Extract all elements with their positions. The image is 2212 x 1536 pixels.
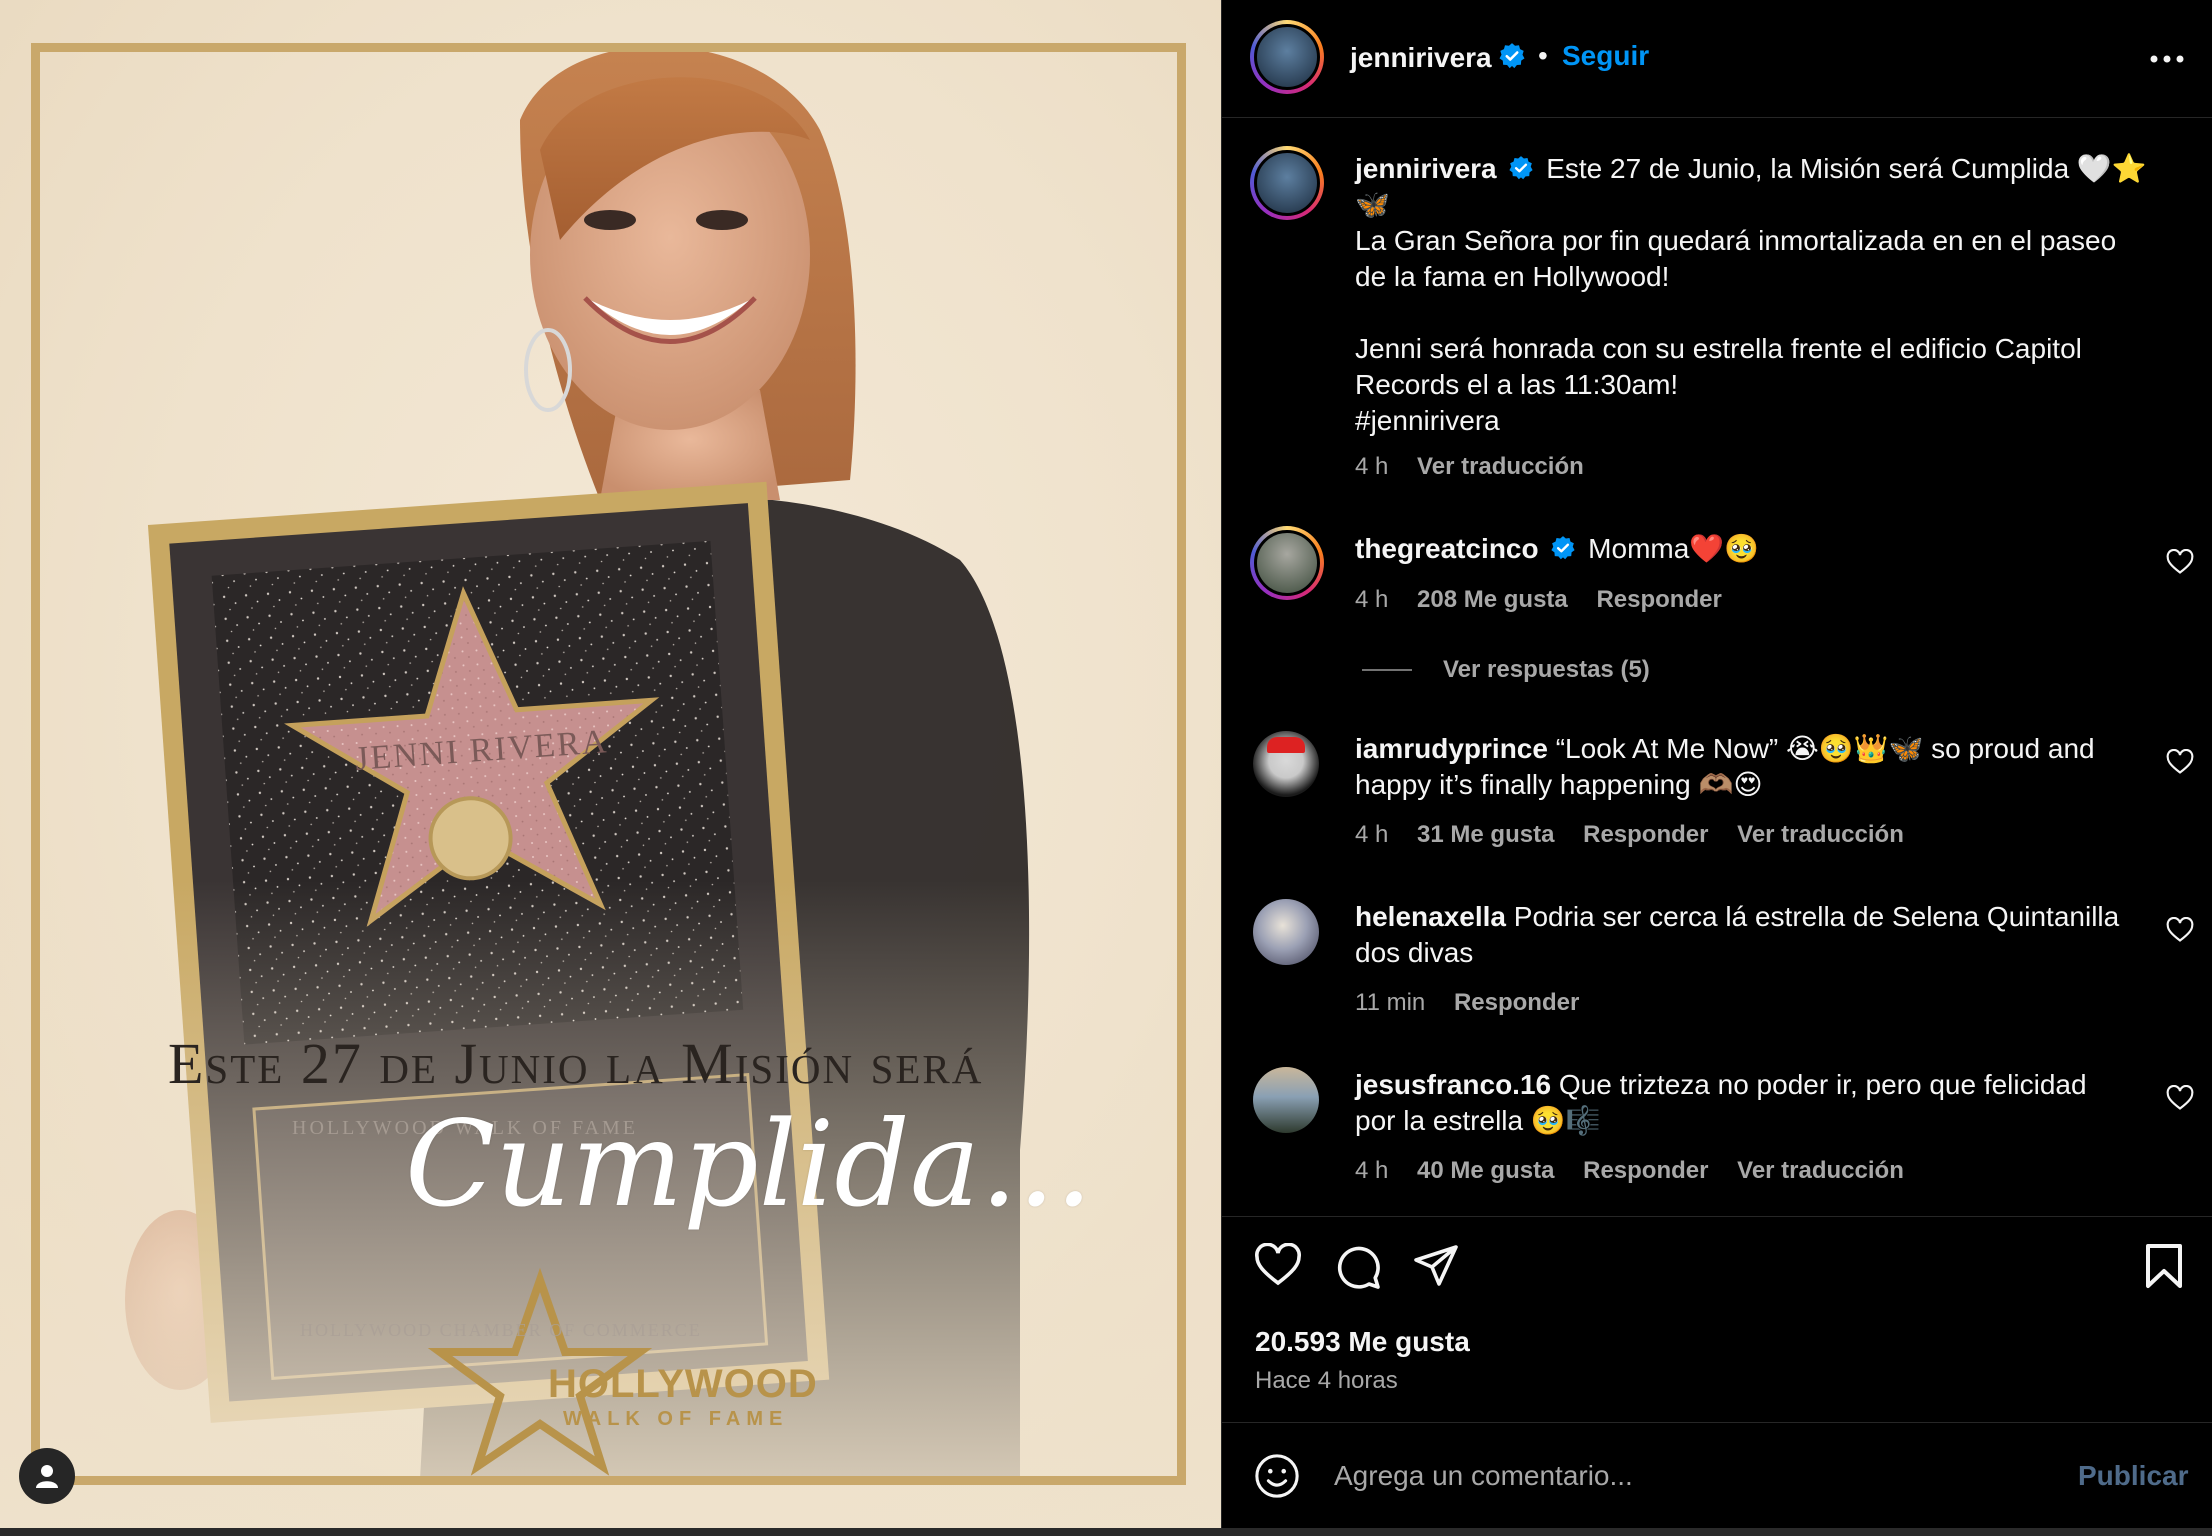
comment-text: helenaxella Podria ser cerca lá estrella… [1355,899,2175,971]
caption-line-1b: 🦋 [1355,189,1390,220]
user-icon [36,1465,58,1488]
author-username[interactable]: jennirivera [1350,42,1492,74]
comment-text: jesusfranco.16 Que trizteza no poder ir,… [1355,1067,2175,1139]
comment-body: “Look At Me Now” 😭🥹👑🦋 so proud and [1555,733,2095,764]
comment-time: 11 min [1355,989,1426,1016]
reply-button[interactable]: Responder [1583,821,1708,848]
comment-body-line2: happy it’s finally happening 🫶🏽😍 [1355,769,1763,800]
comment-body: Que trizteza no poder ir, pero que felic… [1558,1069,2087,1100]
header-separator: • [1538,40,1548,71]
comment-avatar[interactable] [1250,526,1324,600]
more-options-icon[interactable] [2142,44,2192,74]
bookmark-save-icon[interactable] [2144,1243,2184,1289]
post-header: jennirivera • Seguir [1222,0,2212,118]
caption-line-4: Jenni será honrada con su estrella frent… [1355,333,2082,364]
caption-line-5: Records el a las 11:30am! [1355,369,1679,400]
heart-icon[interactable] [2166,549,2194,575]
view-replies-label[interactable]: Ver respuestas (5) [1443,656,1650,683]
comment-username[interactable]: iamrudyprince [1355,733,1548,764]
comment-body: Podria ser cerca lá estrella de Selena Q… [1513,901,2120,932]
caption-meta: 4 h Ver traducción [1355,453,1606,481]
comment-bubble-icon[interactable] [1334,1243,1382,1291]
comment-username[interactable]: helenaxella [1355,901,1506,932]
post-details-panel: jennirivera • Seguir jennirivera Este 27… [1221,0,2212,1528]
post-actions: 20.593 Me gusta Hace 4 horas [1222,1216,2212,1422]
comment-username[interactable]: jesusfranco.16 [1355,1069,1551,1100]
verified-badge-icon [1551,536,1575,560]
comment-username[interactable]: thegreatcinco [1355,533,1539,564]
caption-translate-link[interactable]: Ver traducción [1417,453,1584,480]
share-paper-plane-icon[interactable] [1412,1243,1460,1289]
comment-avatar[interactable] [1253,1067,1319,1133]
replies-line [1362,669,1412,671]
comment-input[interactable] [1334,1453,2034,1499]
comment-text: thegreatcinco Momma❤️🥹 [1355,531,2175,567]
add-comment-bar: Publicar [1222,1422,2212,1528]
caption-line-3: de la fama en Hollywood! [1355,261,1670,292]
heart-icon[interactable] [2166,917,2194,943]
poster-headline: Este 27 de Junio la Misión será [168,1031,984,1096]
comment-meta: 11 min Responder [1355,989,1601,1017]
tagged-users-button[interactable] [19,1448,75,1504]
post-image[interactable]: JENNI RIVERA HOLLYWOOD WALK OF FAME HOLL… [0,0,1221,1528]
comment-likes[interactable]: 208 Me gusta [1417,586,1568,613]
comment-meta: 4 h 40 Me gusta Responder Ver traducción [1355,1157,1926,1185]
walk-of-fame-logo-title: HOLLYWOOD [548,1362,818,1406]
likes-count[interactable]: 20.593 Me gusta [1255,1326,1470,1358]
comments-list[interactable]: jennirivera Este 27 de Junio, la Misión … [1222,119,2212,1215]
follow-button[interactable]: Seguir [1562,40,1649,72]
caption-line-1: Este 27 de Junio, la Misión será Cumplid… [1546,153,2147,184]
comment-time: 4 h [1355,821,1389,848]
reply-button[interactable]: Responder [1454,989,1579,1016]
heart-icon[interactable] [2166,749,2194,775]
comment-avatar[interactable] [1253,899,1319,965]
comment-meta: 4 h 208 Me gusta Responder [1355,586,1744,614]
comment-translate-link[interactable]: Ver traducción [1737,821,1904,848]
comment-meta: 4 h 31 Me gusta Responder Ver traducción [1355,821,1926,849]
plaque-footer: HOLLYWOOD CHAMBER OF COMMERCE [300,1320,702,1340]
poster-frame [31,43,1186,1485]
comment-body-line2: por la estrella 🥹🎼 [1355,1105,1601,1136]
post-timestamp: Hace 4 horas [1255,1367,1398,1394]
comment-likes[interactable]: 40 Me gusta [1417,1157,1554,1184]
comment-likes[interactable]: 31 Me gusta [1417,821,1554,848]
caption-line-2: La Gran Señora por fin quedará inmortali… [1355,225,2117,256]
verified-badge-icon [1499,43,1525,69]
caption-text: jennirivera Este 27 de Junio, la Misión … [1355,151,2175,439]
like-heart-icon[interactable] [1254,1243,1302,1287]
caption-hashtag[interactable]: #jennirivera [1355,405,1500,436]
comment-body: Momma❤️🥹 [1588,533,1760,564]
comment-translate-link[interactable]: Ver traducción [1737,1157,1904,1184]
caption-time: 4 h [1355,453,1389,480]
emoji-icon[interactable] [1254,1453,1300,1499]
comment-time: 4 h [1355,586,1389,613]
view-replies-button[interactable]: Ver respuestas (5) [1443,656,1672,684]
comment-time: 4 h [1355,1157,1389,1184]
comment-body-line2: dos divas [1355,937,1474,968]
poster-script-text: Cumplida... [405,1095,1093,1233]
reply-button[interactable]: Responder [1596,586,1721,613]
page-bottom-strip [0,1528,2212,1536]
caption-username[interactable]: jennirivera [1355,153,1497,184]
comment-avatar[interactable] [1253,731,1319,797]
comment-text: iamrudyprince “Look At Me Now” 😭🥹👑🦋 so p… [1355,731,2175,803]
verified-badge-icon [1509,156,1534,180]
reply-button[interactable]: Responder [1583,1157,1708,1184]
caption-author-avatar[interactable] [1250,146,1324,220]
walk-of-fame-logo-subtitle: WALK OF FAME [563,1408,789,1430]
publish-button[interactable]: Publicar [2078,1460,2188,1492]
heart-icon[interactable] [2166,1085,2194,1111]
author-avatar[interactable] [1250,20,1324,94]
